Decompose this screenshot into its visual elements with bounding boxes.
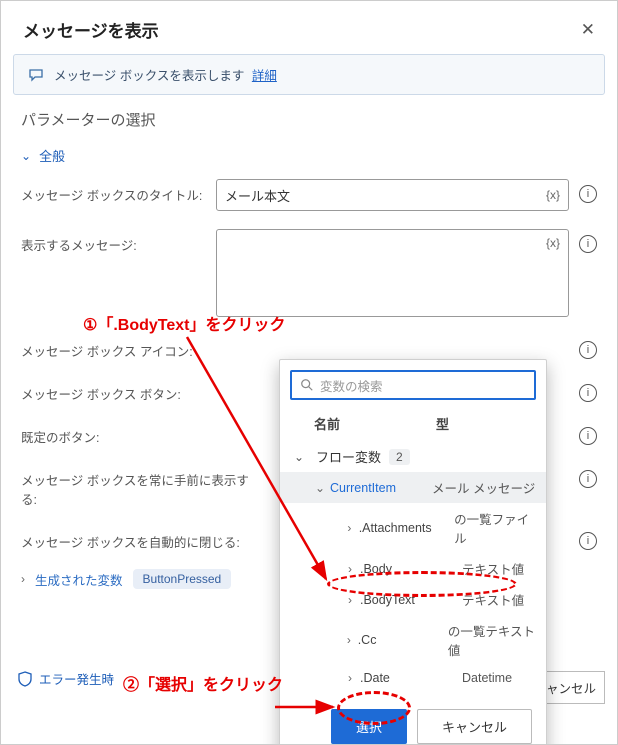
picker-header: 名前 型: [280, 408, 546, 441]
info-text: メッセージ ボックスを表示します 詳細: [54, 65, 277, 84]
tree-item-type: の一覧ファイル: [454, 509, 536, 547]
row-message: 表示するメッセージ: {x} i: [21, 229, 597, 317]
titlebar: メッセージを表示 ✕: [1, 1, 617, 54]
chevron-right-icon: ›: [21, 572, 25, 586]
flow-variables-label: フロー変数: [316, 447, 381, 466]
header-name: 名前: [314, 414, 436, 433]
flow-variables-count: 2: [389, 449, 410, 465]
info-icon[interactable]: i: [579, 470, 597, 488]
chevron-down-icon: ⌄: [21, 149, 31, 163]
label-default: 既定のボタン:: [21, 421, 216, 446]
tree-item-currentitem[interactable]: ⌄ CurrentItem メール メッセージ: [280, 472, 546, 503]
generated-vars-label: 生成された変数: [35, 570, 123, 589]
cancel-button[interactable]: キャンセル: [417, 709, 532, 744]
tree-item[interactable]: › .Date Datetime: [328, 665, 546, 691]
details-link[interactable]: 詳細: [252, 69, 277, 83]
label-icon: メッセージ ボックス アイコン:: [21, 335, 216, 360]
chevron-right-icon: ›: [340, 671, 360, 685]
info-icon[interactable]: i: [579, 532, 597, 550]
tree-item[interactable]: › .Cc の一覧テキスト値: [328, 615, 546, 665]
tree-item-type: メール メッセージ: [432, 478, 535, 497]
input-message[interactable]: {x}: [216, 229, 569, 317]
search-icon: [300, 378, 314, 392]
tree-children: › .Attachments の一覧ファイル › .Body テキスト値 › .…: [280, 503, 546, 691]
section-title: パラメーターの選択: [21, 109, 597, 130]
picker-footer: 選択 キャンセル: [280, 691, 546, 745]
tree-item-type: テキスト値: [462, 590, 524, 609]
chevron-right-icon: ›: [340, 521, 359, 535]
tree-item-name: .Cc: [358, 633, 448, 647]
info-strip: メッセージ ボックスを表示します 詳細: [13, 54, 605, 95]
tree-item[interactable]: › .Body テキスト値: [328, 553, 546, 584]
dialog-title: メッセージを表示: [23, 17, 159, 42]
label-ontop: メッセージ ボックスを常に手前に表示する:: [21, 464, 256, 508]
row-icon: メッセージ ボックス アイコン: i: [21, 335, 597, 360]
flow-variables-group[interactable]: ⌄ フロー変数 2: [280, 441, 546, 472]
row-title: メッセージ ボックスのタイトル: メール本文 {x} i: [21, 179, 597, 211]
annotation-text-2: ②「選択」をクリック: [123, 671, 283, 695]
label-autoclose: メッセージ ボックスを自動的に閉じる:: [21, 526, 256, 551]
generated-var-pill[interactable]: ButtonPressed: [133, 569, 232, 589]
background-cancel-fragment: ャンセル: [537, 671, 605, 704]
tree-item-name: .Date: [360, 671, 462, 685]
label-message: 表示するメッセージ:: [21, 229, 216, 254]
tree-item-name: .Body: [360, 562, 462, 576]
tree-item-name: .BodyText: [360, 593, 462, 607]
on-error-link[interactable]: エラー発生時: [17, 669, 114, 688]
tree-item-type: テキスト値: [462, 559, 524, 578]
header-type: 型: [436, 414, 449, 433]
input-title[interactable]: メール本文 {x}: [216, 179, 569, 211]
input-title-value: メール本文: [225, 186, 290, 205]
tree-item-bodytext[interactable]: › .BodyText テキスト値: [328, 584, 546, 615]
variable-picker-icon[interactable]: {x}: [546, 188, 560, 202]
tree-item-name: .Attachments: [359, 521, 454, 535]
variable-picker-icon[interactable]: {x}: [546, 236, 560, 250]
general-section-toggle[interactable]: ⌄ 全般: [21, 146, 597, 165]
label-title: メッセージ ボックスのタイトル:: [21, 179, 216, 204]
tree-item-type: Datetime: [462, 671, 512, 685]
chevron-right-icon: ›: [340, 562, 360, 576]
chevron-down-icon: ⌄: [290, 450, 308, 464]
on-error-label: エラー発生時: [39, 669, 114, 688]
tree-item-type: の一覧テキスト値: [448, 621, 536, 659]
variable-picker-popup: 変数の検索 名前 型 ⌄ フロー変数 2 ⌄ CurrentItem メール メ…: [279, 359, 547, 745]
close-icon[interactable]: ✕: [581, 20, 595, 40]
chevron-down-icon: ⌄: [310, 481, 330, 495]
speech-bubble-icon: [28, 67, 44, 83]
select-button[interactable]: 選択: [331, 709, 407, 744]
chevron-right-icon: ›: [340, 633, 358, 647]
tree-item[interactable]: › .Attachments の一覧ファイル: [328, 503, 546, 553]
search-input[interactable]: 変数の検索: [290, 370, 536, 400]
info-text-label: メッセージ ボックスを表示します: [54, 69, 244, 83]
info-icon[interactable]: i: [579, 341, 597, 359]
label-buttons: メッセージ ボックス ボタン:: [21, 378, 216, 403]
info-icon[interactable]: i: [579, 235, 597, 253]
info-icon[interactable]: i: [579, 427, 597, 445]
info-icon[interactable]: i: [579, 384, 597, 402]
chevron-right-icon: ›: [340, 593, 360, 607]
dialog-display-message: メッセージを表示 ✕ メッセージ ボックスを表示します 詳細 パラメーターの選択…: [0, 0, 618, 745]
info-icon[interactable]: i: [579, 185, 597, 203]
shield-icon: [17, 671, 33, 687]
general-section-label: 全般: [39, 146, 65, 165]
tree-item-name: CurrentItem: [330, 481, 432, 495]
search-placeholder: 変数の検索: [320, 376, 383, 395]
